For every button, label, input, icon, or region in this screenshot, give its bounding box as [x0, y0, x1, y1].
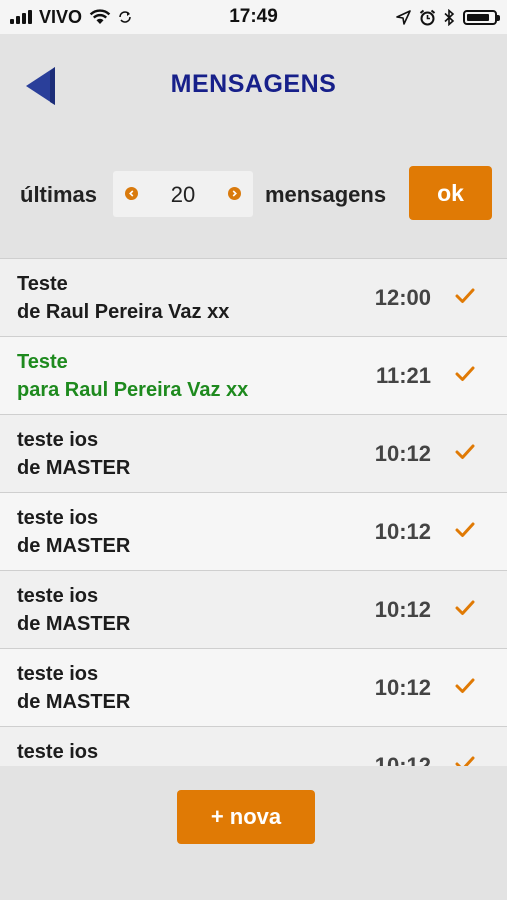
filter-prefix-label: últimas — [20, 182, 98, 207]
alarm-icon — [419, 9, 436, 25]
battery-icon — [463, 9, 500, 25]
message-row[interactable]: teste ios de MASTER 10:12 — [0, 570, 507, 648]
message-row[interactable]: teste ios de MASTER 10:12 — [0, 414, 507, 492]
bluetooth-icon — [444, 8, 455, 26]
message-sender: de MASTER — [17, 535, 131, 557]
message-time: 10:12 — [374, 597, 431, 622]
message-time: 10:12 — [374, 675, 431, 700]
message-time: 10:12 — [374, 753, 431, 766]
message-time: 10:12 — [374, 519, 431, 544]
status-icons — [396, 6, 500, 28]
location-icon — [396, 9, 411, 25]
message-sender: de MASTER — [17, 613, 131, 635]
message-time: 12:00 — [374, 285, 431, 310]
check-icon — [455, 756, 475, 766]
message-sender: para Raul Pereira Vaz xx — [17, 379, 249, 401]
check-icon — [455, 678, 475, 693]
check-icon — [455, 366, 475, 381]
message-sender: de Raul Pereira Vaz xx — [17, 301, 230, 323]
increment-icon[interactable] — [228, 187, 241, 200]
message-subject: teste ios — [17, 507, 99, 529]
bottom-bar: + nova — [0, 766, 507, 900]
message-subject: Teste — [17, 273, 68, 295]
message-list[interactable]: Teste de Raul Pereira Vaz xx 12:00 Teste par… — [0, 258, 507, 766]
page-title: MENSAGENS — [170, 70, 337, 98]
check-icon — [455, 522, 475, 537]
message-count-stepper[interactable]: 20 — [113, 171, 253, 217]
filter-suffix-label: mensagens — [265, 182, 387, 207]
check-icon — [455, 288, 475, 303]
new-message-button[interactable]: + nova — [177, 790, 315, 844]
message-row[interactable]: teste iosde MASTER10:12 — [0, 726, 507, 766]
message-sender: de MASTER — [17, 691, 131, 713]
message-row[interactable]: teste ios de MASTER 10:12 — [0, 648, 507, 726]
message-subject: teste ios — [17, 585, 99, 607]
message-row[interactable]: Teste para Raul Pereira Vaz xx 11:21 — [0, 336, 507, 414]
status-bar: VIVO 17:49 — [0, 0, 507, 34]
message-sender: de MASTER — [17, 457, 131, 479]
message-time: 10:12 — [374, 441, 431, 466]
message-subject: Teste — [17, 351, 68, 373]
check-icon — [455, 600, 475, 615]
message-subject: teste ios — [17, 741, 99, 763]
check-icon — [455, 444, 475, 459]
ok-button[interactable]: ok — [409, 166, 492, 220]
message-subject: teste ios — [17, 429, 99, 451]
message-row[interactable]: teste ios de MASTER 10:12 — [0, 492, 507, 570]
message-time: 11:21 — [375, 363, 431, 388]
message-subject: teste ios — [17, 663, 99, 685]
message-row[interactable]: Teste de Raul Pereira Vaz xx 12:00 — [0, 258, 507, 336]
